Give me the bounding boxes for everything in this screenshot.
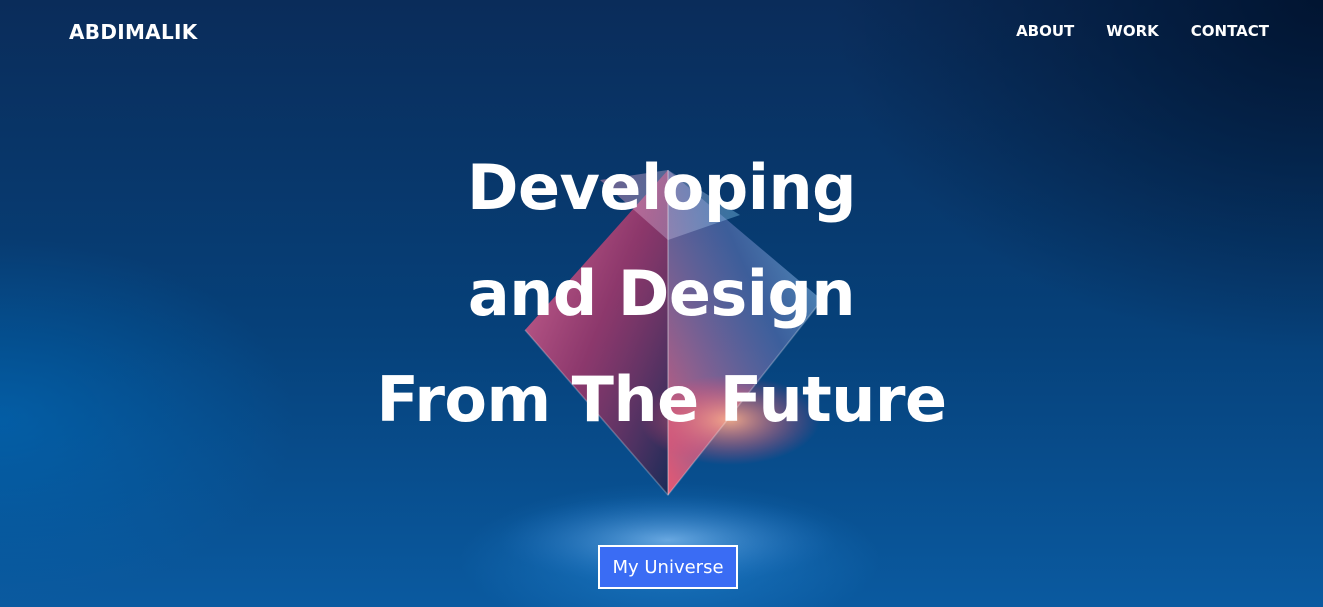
hero-section: ABDIMALIK ABOUT WORK CONTACT Developing … (0, 0, 1323, 607)
top-navigation: ABDIMALIK ABOUT WORK CONTACT (0, 0, 1323, 66)
site-logo[interactable]: ABDIMALIK (69, 20, 198, 44)
headline-line-2: and Design (467, 257, 856, 330)
nav-link-contact[interactable]: CONTACT (1191, 22, 1269, 40)
headline-line-3: From The Future (376, 363, 947, 436)
hero-headline: Developing and Design From The Future (0, 135, 1323, 453)
nav-link-about[interactable]: ABOUT (1016, 22, 1074, 40)
nav-link-work[interactable]: WORK (1106, 22, 1158, 40)
nav-links: ABOUT WORK CONTACT (1016, 22, 1269, 40)
my-universe-button[interactable]: My Universe (598, 545, 738, 589)
headline-line-1: Developing (467, 151, 856, 224)
